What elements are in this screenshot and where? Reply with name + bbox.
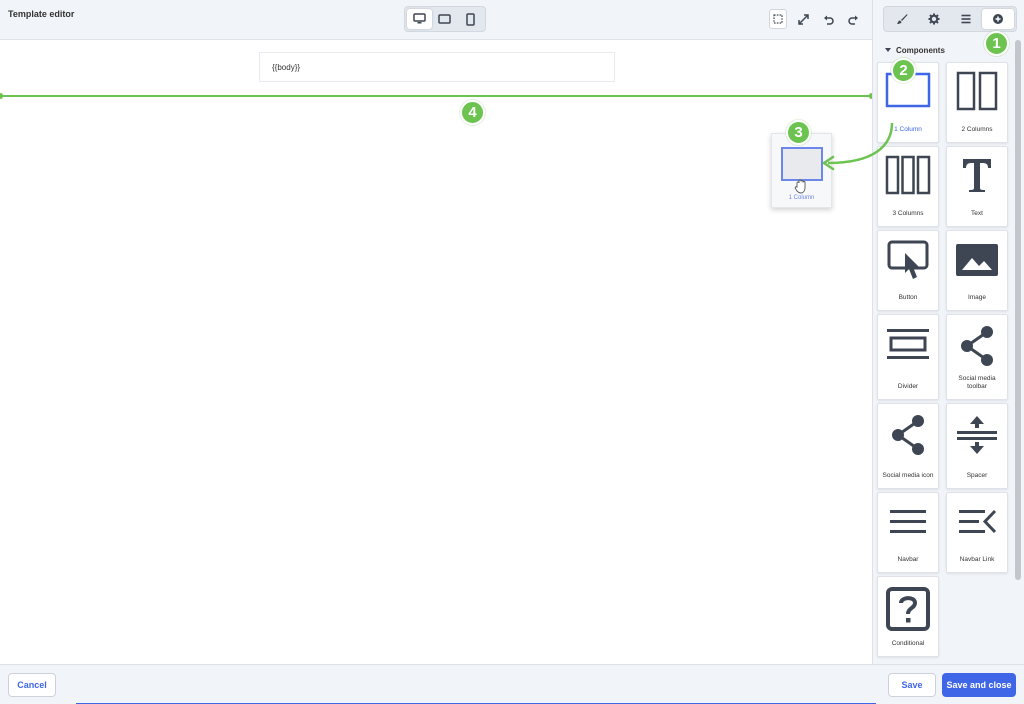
sidebar-scrollbar[interactable] bbox=[1015, 40, 1021, 580]
gear-icon bbox=[928, 13, 940, 25]
fullscreen-button[interactable] bbox=[794, 9, 812, 29]
share-icon bbox=[961, 326, 993, 366]
component-label: Social media icon bbox=[882, 472, 934, 479]
desktop-view-button[interactable] bbox=[407, 9, 433, 29]
grab-hand-icon bbox=[794, 179, 806, 194]
canvas-tools bbox=[769, 9, 862, 29]
sidebar-tabs bbox=[883, 6, 1017, 32]
layers-icon bbox=[961, 14, 971, 24]
step-marker-1: 1 bbox=[984, 31, 1009, 56]
tab-style-manager[interactable] bbox=[886, 9, 918, 29]
right-sidebar: Components 1 Column 2 Columns 3 Columns … bbox=[872, 0, 1024, 664]
share-icon bbox=[892, 415, 924, 455]
component-spacer[interactable]: Spacer bbox=[946, 403, 1008, 489]
text-icon bbox=[963, 159, 991, 192]
two-columns-icon bbox=[956, 71, 998, 111]
components-section-title: Components bbox=[896, 46, 945, 55]
component-label: Divider bbox=[897, 383, 919, 390]
step-marker-4: 4 bbox=[460, 100, 485, 125]
tab-layers[interactable] bbox=[950, 9, 982, 29]
mobile-icon bbox=[466, 12, 475, 26]
component-label: Image bbox=[967, 294, 987, 301]
brush-icon bbox=[897, 14, 908, 24]
drag-arrow bbox=[822, 122, 894, 171]
component-navbar-link[interactable]: Navbar Link bbox=[946, 492, 1008, 573]
body-block[interactable]: {{body}} bbox=[259, 52, 615, 82]
component-social-media-icon[interactable]: Social media icon bbox=[877, 403, 939, 489]
component-label: Social media toolbar bbox=[958, 375, 996, 390]
footer-bar: Cancel Save Save and close bbox=[0, 664, 1024, 704]
editor-canvas[interactable]: {{body}} bbox=[0, 40, 873, 664]
navbar-link-icon bbox=[959, 509, 997, 534]
tab-settings[interactable] bbox=[918, 9, 950, 29]
components-section-header[interactable]: Components bbox=[885, 46, 945, 55]
tablet-icon bbox=[438, 13, 452, 24]
component-label: Navbar Link bbox=[959, 556, 995, 563]
component-navbar[interactable]: Navbar bbox=[877, 492, 939, 573]
mobile-view-button[interactable] bbox=[458, 9, 483, 29]
plus-circle-icon bbox=[993, 14, 1003, 24]
undo-icon bbox=[823, 15, 834, 25]
component-label: Navbar bbox=[897, 556, 919, 563]
undo-button[interactable] bbox=[819, 9, 837, 29]
tablet-view-button[interactable] bbox=[432, 9, 457, 29]
cancel-button[interactable]: Cancel bbox=[8, 673, 56, 697]
outline-toggle-button[interactable] bbox=[769, 9, 787, 29]
component-image[interactable]: Image bbox=[946, 230, 1008, 311]
caret-down-icon bbox=[885, 48, 891, 52]
component-label: Spacer bbox=[966, 472, 988, 479]
device-switcher bbox=[404, 6, 486, 32]
components-grid: 1 Column 2 Columns 3 Columns Text Button… bbox=[877, 62, 1013, 660]
image-icon bbox=[956, 244, 998, 276]
drop-indicator-line bbox=[0, 93, 873, 99]
spacer-icon bbox=[957, 416, 997, 454]
ghost-column-shape bbox=[781, 147, 823, 181]
expand-icon bbox=[797, 13, 809, 25]
component-social-media-toolbar[interactable]: Social media toolbar bbox=[946, 314, 1008, 400]
step-marker-3: 3 bbox=[786, 120, 811, 145]
component-label: 3 Columns bbox=[892, 210, 924, 217]
button-icon bbox=[887, 240, 929, 279]
component-two-columns[interactable]: 2 Columns bbox=[946, 62, 1008, 143]
dashed-square-icon bbox=[773, 14, 783, 24]
component-conditional[interactable]: Conditional bbox=[877, 576, 939, 657]
desktop-icon bbox=[413, 13, 426, 24]
save-and-close-button[interactable]: Save and close bbox=[942, 673, 1016, 697]
component-button[interactable]: Button bbox=[877, 230, 939, 311]
divider-icon bbox=[887, 329, 929, 359]
component-label: Conditional bbox=[891, 640, 925, 647]
component-divider[interactable]: Divider bbox=[877, 314, 939, 400]
navbar-icon bbox=[890, 510, 926, 533]
step-marker-2: 2 bbox=[891, 58, 916, 83]
save-button[interactable]: Save bbox=[888, 673, 936, 697]
component-text[interactable]: Text bbox=[946, 146, 1008, 227]
component-label: Text bbox=[971, 210, 983, 217]
component-label: 2 Columns bbox=[961, 126, 993, 133]
tab-blocks[interactable] bbox=[982, 9, 1014, 29]
top-toolbar: Template editor bbox=[0, 0, 872, 40]
app-title: Template editor bbox=[8, 9, 75, 19]
redo-icon bbox=[847, 15, 858, 25]
question-icon bbox=[886, 587, 930, 631]
redo-button[interactable] bbox=[844, 9, 862, 29]
ghost-label: 1 Column bbox=[788, 195, 815, 201]
component-label: Button bbox=[898, 294, 918, 301]
